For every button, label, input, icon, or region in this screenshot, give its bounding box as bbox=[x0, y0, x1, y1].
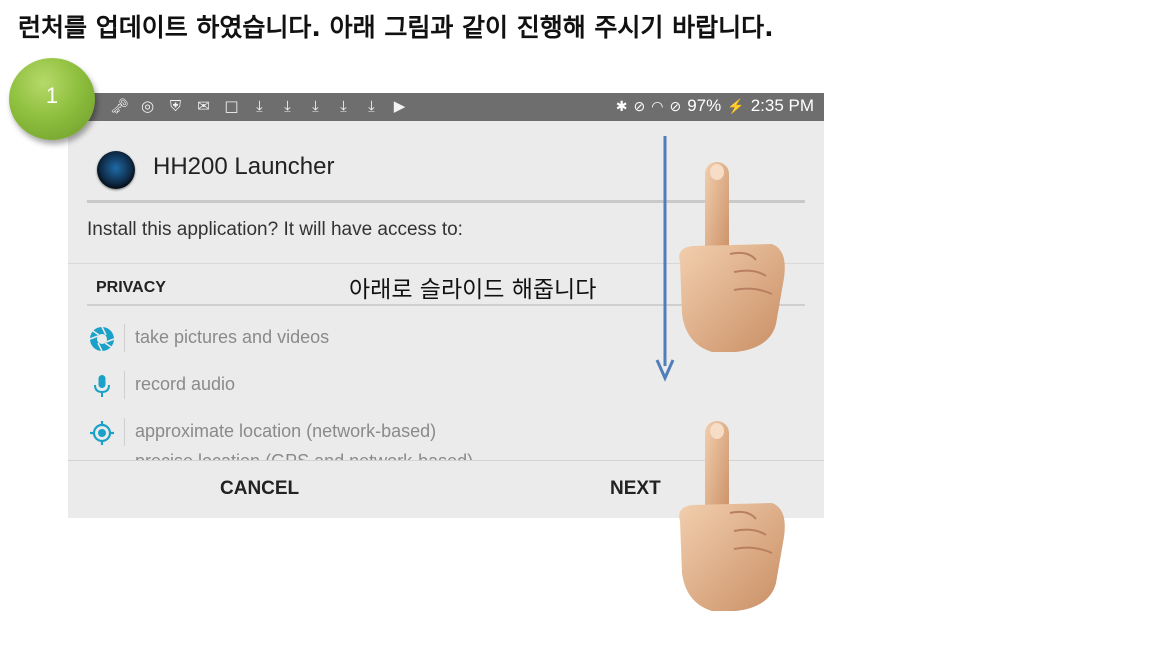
pointing-hand-top-icon bbox=[679, 162, 785, 352]
battery-level: 97% bbox=[687, 96, 722, 115]
microphone-icon bbox=[94, 375, 110, 397]
location-icon bbox=[90, 421, 114, 445]
privacy-section-header: PRIVACY bbox=[96, 279, 166, 296]
permission-separator bbox=[124, 324, 125, 352]
download-icon: ⤓ bbox=[368, 97, 375, 115]
wifi-icon: ◠ bbox=[651, 97, 664, 114]
permission-separator bbox=[124, 371, 125, 399]
status-bar-notifications: 🗝︎ ◎ ⛨ ✉ □ ⤓ ⤓ ⤓ ⤓ ⤓ ▶ bbox=[110, 97, 409, 115]
status-bar: 🗝︎ ◎ ⛨ ✉ □ ⤓ ⤓ ⤓ ⤓ ⤓ ▶ ✱ ⊘ ◠ ⊘ 97% ⚡ 2:3… bbox=[68, 93, 824, 121]
download-icon: ⤓ bbox=[256, 97, 263, 115]
key-icon: 🗝︎ bbox=[110, 97, 130, 115]
battery-charging-icon: ⚡ bbox=[727, 97, 745, 114]
play-store-icon: ▶ bbox=[393, 97, 406, 115]
camera-shutter-icon bbox=[89, 326, 115, 352]
mute-icon: ⊘ bbox=[633, 97, 646, 114]
partial-permission-label: precise location (GPS and network-based) bbox=[135, 451, 473, 460]
slide-instruction-note: 아래로 슬라이드 해줍니다 bbox=[349, 277, 597, 303]
permission-label: record audio bbox=[135, 374, 236, 394]
permission-separator bbox=[124, 418, 125, 446]
app-icon bbox=[97, 151, 135, 189]
download-icon: ⤓ bbox=[340, 97, 347, 115]
next-button[interactable]: NEXT bbox=[610, 478, 661, 500]
pointing-hand-bottom-icon bbox=[679, 421, 785, 611]
step-number: 1 bbox=[45, 83, 59, 108]
screen-icon: □ bbox=[224, 97, 239, 115]
download-icon: ⤓ bbox=[284, 97, 291, 115]
cancel-button[interactable]: CANCEL bbox=[220, 478, 299, 500]
permission-item: record audio bbox=[68, 367, 824, 407]
instruction-heading: 런처를 업데이트 하였습니다. 아래 그림과 같이 진행해 주시기 바랍니다. bbox=[18, 13, 774, 42]
do-not-disturb-icon: ⊘ bbox=[669, 97, 682, 114]
clock: 2:35 PM bbox=[750, 96, 814, 115]
permission-label: approximate location (network-based) bbox=[135, 421, 437, 441]
step-number-badge: 1 bbox=[9, 58, 95, 140]
app-name: HH200 Launcher bbox=[153, 153, 335, 180]
permission-label: take pictures and videos bbox=[135, 327, 330, 347]
status-bar-system: ✱ ⊘ ◠ ⊘ 97% ⚡ 2:35 PM bbox=[616, 96, 814, 116]
target-icon: ◎ bbox=[140, 97, 155, 115]
install-prompt: Install this application? It will have a… bbox=[87, 219, 463, 240]
bluetooth-icon: ✱ bbox=[615, 97, 628, 114]
download-icon: ⤓ bbox=[312, 97, 319, 115]
gmail-icon: ✉ bbox=[197, 97, 210, 115]
shield-icon: ⛨ bbox=[169, 97, 182, 115]
